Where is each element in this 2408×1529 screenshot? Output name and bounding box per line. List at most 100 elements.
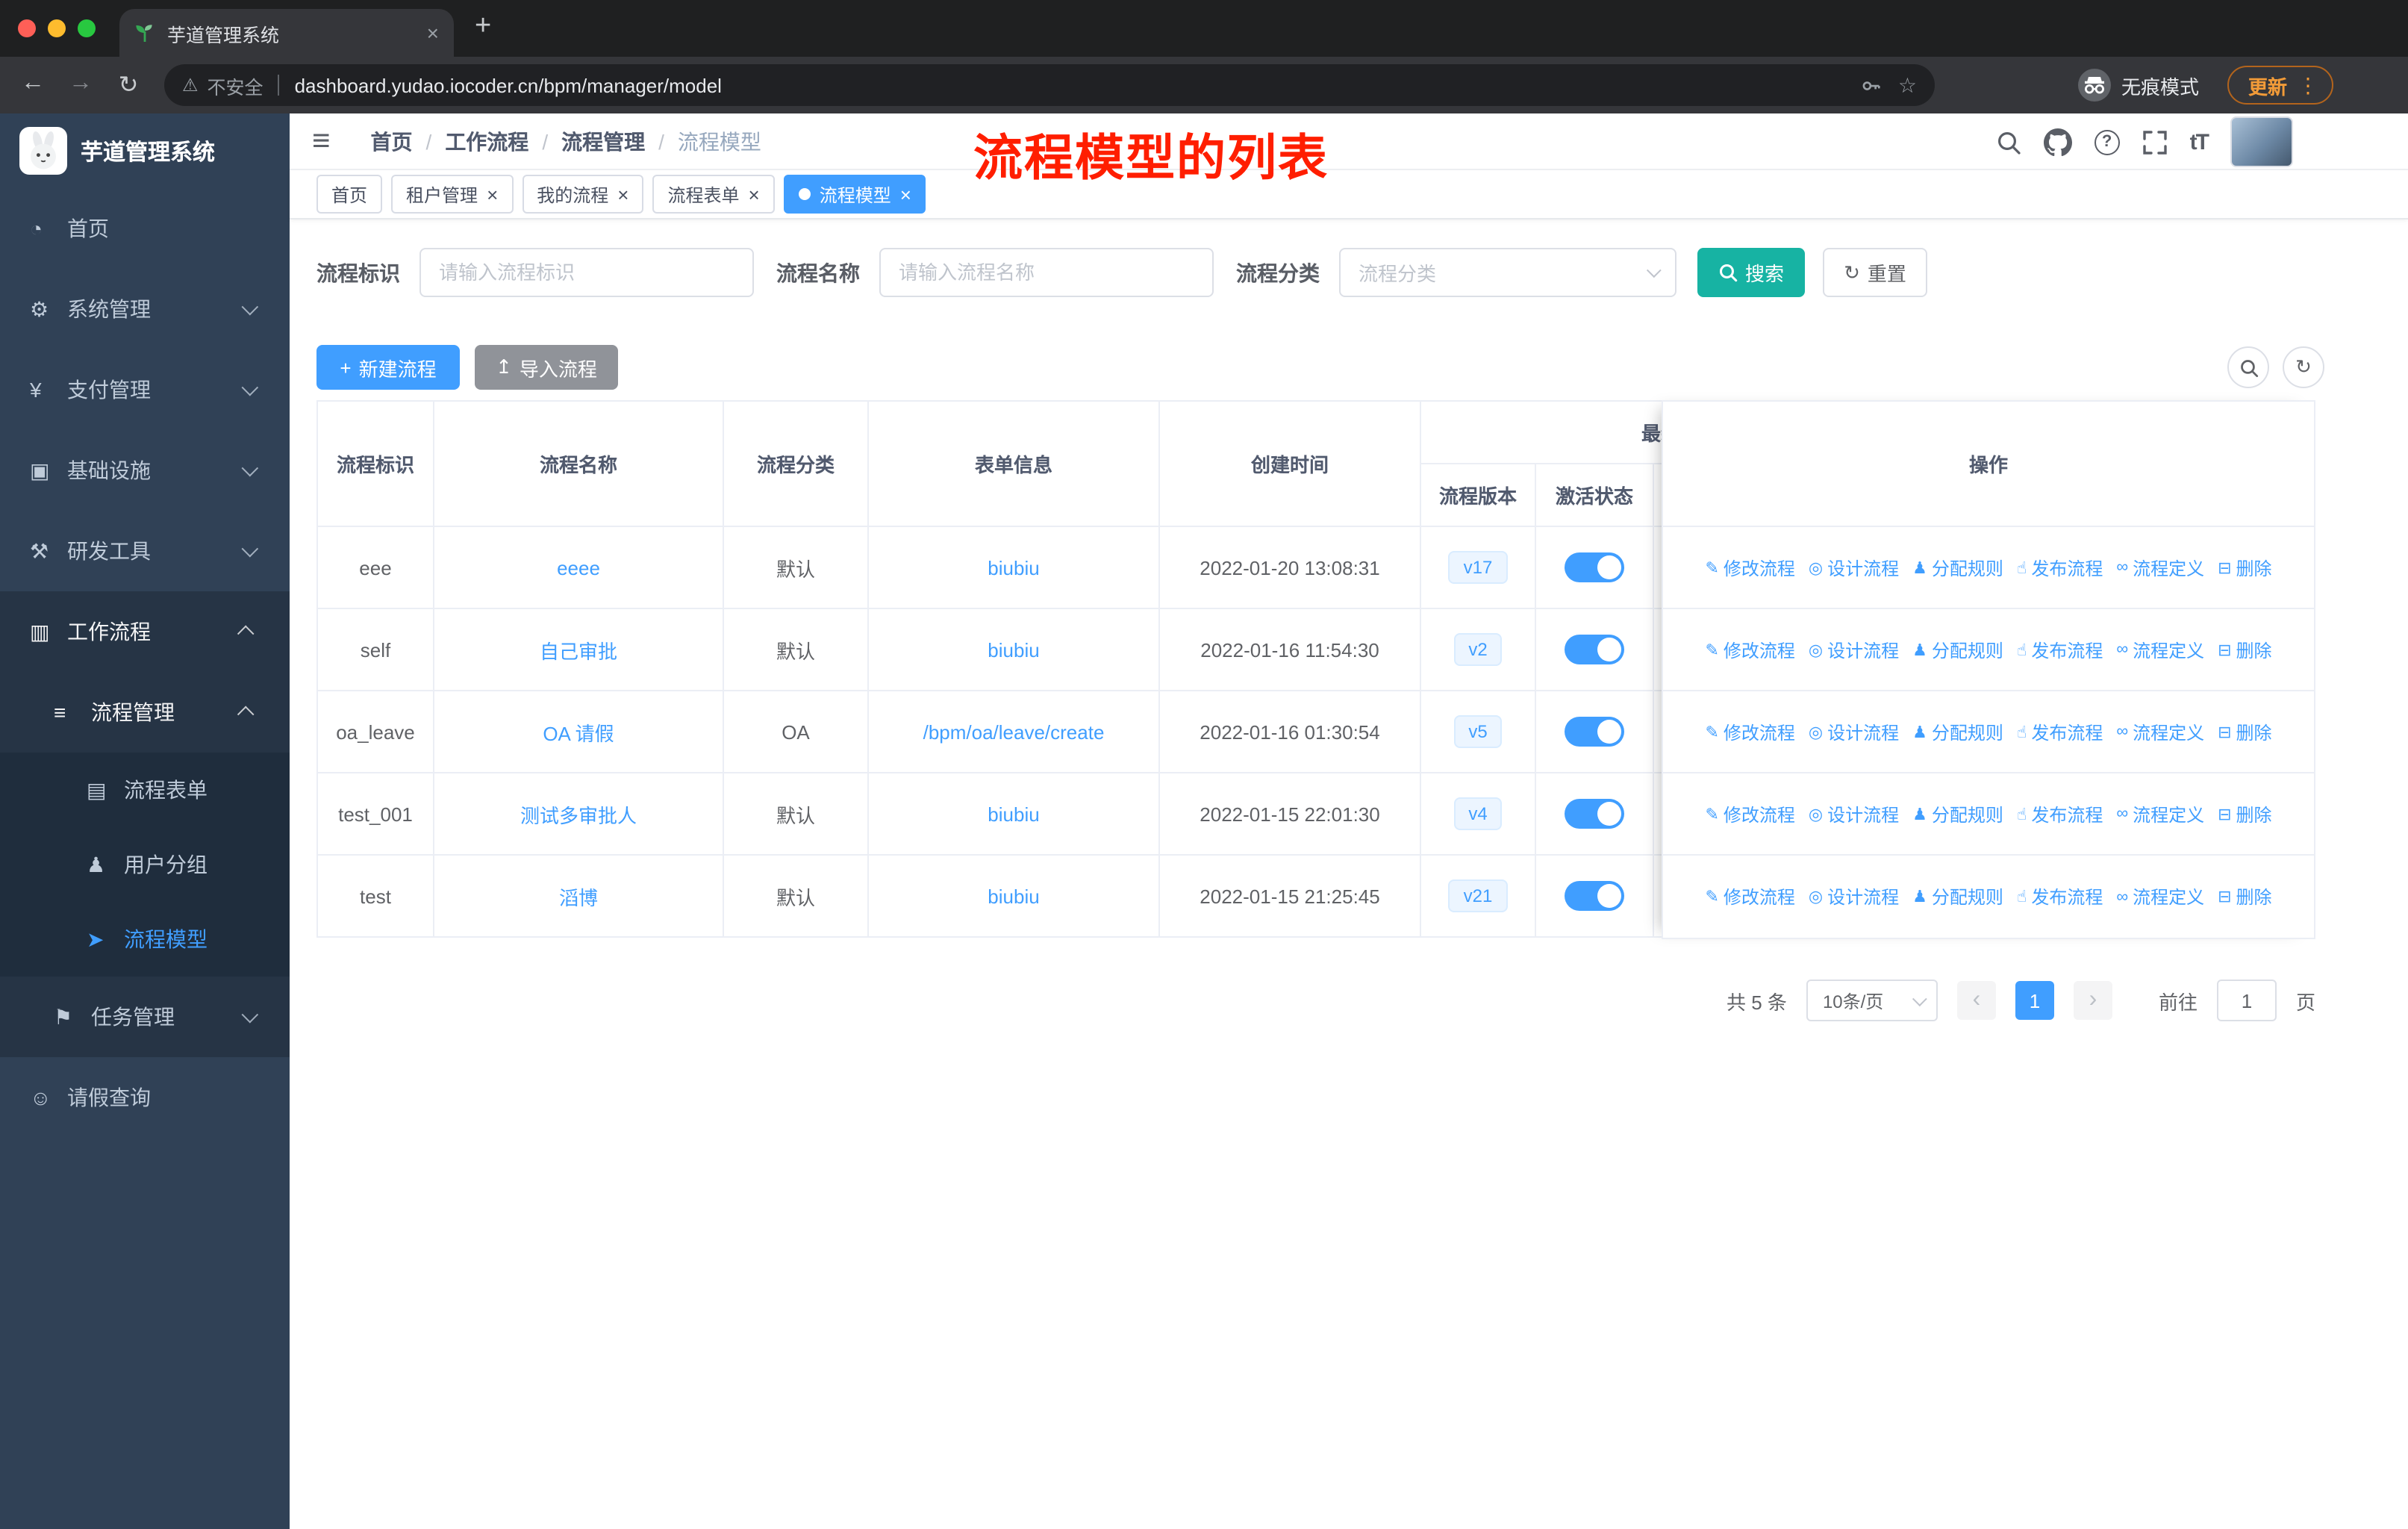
reload-button[interactable]: ↻ <box>110 70 146 100</box>
action-delete[interactable]: ⊟ 删除 <box>2218 884 2271 909</box>
github-icon[interactable] <box>2043 128 2072 156</box>
tag-item[interactable]: 租户管理 × <box>391 175 514 214</box>
search-button[interactable]: 搜索 <box>1697 248 1805 297</box>
close-icon[interactable]: × <box>617 184 628 204</box>
tab-close-icon[interactable]: × <box>427 22 439 43</box>
import-process-button[interactable]: ↥ 导入流程 <box>475 345 618 390</box>
action-edit[interactable]: ✎ 修改流程 <box>1705 801 1794 826</box>
font-size-icon[interactable]: tT <box>2190 129 2209 155</box>
action-definition[interactable]: ∞ 流程定义 <box>2116 555 2204 580</box>
action-definition[interactable]: ∞ 流程定义 <box>2116 801 2204 826</box>
process-name-input[interactable] <box>879 248 1214 297</box>
breadcrumb-item[interactable]: 首页 <box>371 126 446 156</box>
address-bar[interactable]: ⚠ 不安全 dashboard.yudao.iocoder.cn/bpm/man… <box>164 64 1935 106</box>
reset-button[interactable]: ↻ 重置 <box>1823 248 1927 297</box>
breadcrumb-item[interactable]: 工作流程 <box>445 126 561 156</box>
tag-item[interactable]: 首页 <box>316 175 383 214</box>
close-icon[interactable]: × <box>900 184 911 204</box>
sidebar-item[interactable]: ¥ 支付管理 <box>0 349 290 430</box>
tag-item[interactable]: 我的流程 × <box>522 175 644 214</box>
back-button[interactable]: ← <box>15 70 51 97</box>
close-window-button[interactable] <box>18 19 36 37</box>
form-link[interactable]: /bpm/oa/leave/create <box>923 720 1105 743</box>
new-tab-button[interactable]: + <box>475 10 491 43</box>
prev-page-button[interactable]: ‹ <box>1956 981 1996 1020</box>
help-icon[interactable]: ? <box>2094 129 2120 155</box>
key-icon[interactable] <box>1861 74 1883 96</box>
model-name-link[interactable]: 测试多审批人 <box>520 804 637 826</box>
process-key-input[interactable] <box>419 248 754 297</box>
search-icon[interactable] <box>1996 129 2021 155</box>
action-assign-rule[interactable]: ♟ 分配规则 <box>1912 801 2003 826</box>
action-definition[interactable]: ∞ 流程定义 <box>2116 637 2204 662</box>
action-design[interactable]: ◎ 设计流程 <box>1809 719 1899 744</box>
action-publish[interactable]: ☝ 发布流程 <box>2017 719 2103 744</box>
form-link[interactable]: biubiu <box>988 803 1039 825</box>
sidebar-item[interactable]: ▥ 工作流程 <box>0 591 290 672</box>
action-design[interactable]: ◎ 设计流程 <box>1809 555 1899 580</box>
action-publish[interactable]: ☝ 发布流程 <box>2017 555 2103 580</box>
active-toggle[interactable] <box>1565 552 1624 582</box>
close-icon[interactable]: × <box>487 184 498 204</box>
action-delete[interactable]: ⊟ 删除 <box>2218 801 2271 826</box>
url-text[interactable]: dashboard.yudao.iocoder.cn/bpm/manager/m… <box>295 74 1846 96</box>
browser-tab[interactable]: 芋道管理系统 × <box>119 9 454 57</box>
update-button[interactable]: 更新 ⋮ <box>2227 66 2334 105</box>
create-process-button[interactable]: + 新建流程 <box>316 345 460 390</box>
action-assign-rule[interactable]: ♟ 分配规则 <box>1912 555 2003 580</box>
action-edit[interactable]: ✎ 修改流程 <box>1705 719 1794 744</box>
breadcrumb-item[interactable]: 流程管理 <box>561 126 678 156</box>
sidebar-item[interactable]: ➤ 流程模型 <box>0 902 290 977</box>
close-icon[interactable]: × <box>749 184 760 204</box>
model-name-link[interactable]: 自己审批 <box>540 640 617 662</box>
active-toggle[interactable] <box>1565 799 1624 829</box>
sidebar-collapse-icon[interactable]: ≡ <box>312 123 331 159</box>
active-toggle[interactable] <box>1565 717 1624 747</box>
zoom-window-button[interactable] <box>78 19 96 37</box>
next-page-button[interactable]: › <box>2073 981 2112 1020</box>
sidebar-item[interactable]: ⚙ 系统管理 <box>0 269 290 349</box>
form-link[interactable]: biubiu <box>988 638 1039 661</box>
minimize-window-button[interactable] <box>48 19 66 37</box>
action-assign-rule[interactable]: ♟ 分配规则 <box>1912 719 2003 744</box>
action-design[interactable]: ◎ 设计流程 <box>1809 884 1899 909</box>
model-name-link[interactable]: eeee <box>557 556 600 579</box>
form-link[interactable]: biubiu <box>988 556 1039 579</box>
sidebar-item[interactable]: ♟ 用户分组 <box>0 827 290 902</box>
action-design[interactable]: ◎ 设计流程 <box>1809 801 1899 826</box>
active-toggle[interactable] <box>1565 881 1624 911</box>
sidebar-item[interactable]: ⚒ 研发工具 <box>0 511 290 591</box>
page-1-button[interactable]: 1 <box>2015 981 2054 1020</box>
action-edit[interactable]: ✎ 修改流程 <box>1705 637 1794 662</box>
sidebar-item[interactable]: ☺ 请假查询 <box>0 1057 290 1138</box>
active-toggle[interactable] <box>1565 635 1624 664</box>
action-assign-rule[interactable]: ♟ 分配规则 <box>1912 884 2003 909</box>
sidebar-item[interactable]: ▣ 基础设施 <box>0 430 290 511</box>
form-link[interactable]: biubiu <box>988 885 1039 907</box>
action-delete[interactable]: ⊟ 删除 <box>2218 719 2271 744</box>
user-avatar[interactable] <box>2230 116 2293 167</box>
action-assign-rule[interactable]: ♟ 分配规则 <box>1912 637 2003 662</box>
tag-active[interactable]: 流程模型 × <box>783 175 926 214</box>
sidebar-item[interactable]: ⚑ 任务管理 <box>0 977 290 1057</box>
action-design[interactable]: ◎ 设计流程 <box>1809 637 1899 662</box>
action-delete[interactable]: ⊟ 删除 <box>2218 555 2271 580</box>
forward-button[interactable]: → <box>63 70 99 97</box>
sidebar-item[interactable]: ◔ 首页 <box>0 188 290 269</box>
sidebar-item[interactable]: ▤ 流程表单 <box>0 753 290 827</box>
bookmark-star-icon[interactable]: ☆ <box>1898 72 1917 98</box>
refresh-table-button[interactable]: ↻ <box>2283 346 2324 388</box>
action-publish[interactable]: ☝ 发布流程 <box>2017 884 2103 909</box>
tag-item[interactable]: 流程表单 × <box>652 175 775 214</box>
page-size-select[interactable]: 10条/页 <box>1806 980 1938 1021</box>
action-delete[interactable]: ⊟ 删除 <box>2218 637 2271 662</box>
sidebar-item[interactable]: ≡ 流程管理 <box>0 672 290 753</box>
action-edit[interactable]: ✎ 修改流程 <box>1705 555 1794 580</box>
goto-page-input[interactable] <box>2216 980 2277 1021</box>
model-name-link[interactable]: 滔博 <box>559 886 598 909</box>
fullscreen-icon[interactable] <box>2142 129 2168 155</box>
action-definition[interactable]: ∞ 流程定义 <box>2116 884 2204 909</box>
category-select[interactable]: 流程分类 <box>1339 248 1676 297</box>
action-edit[interactable]: ✎ 修改流程 <box>1705 884 1794 909</box>
action-definition[interactable]: ∞ 流程定义 <box>2116 719 2204 744</box>
